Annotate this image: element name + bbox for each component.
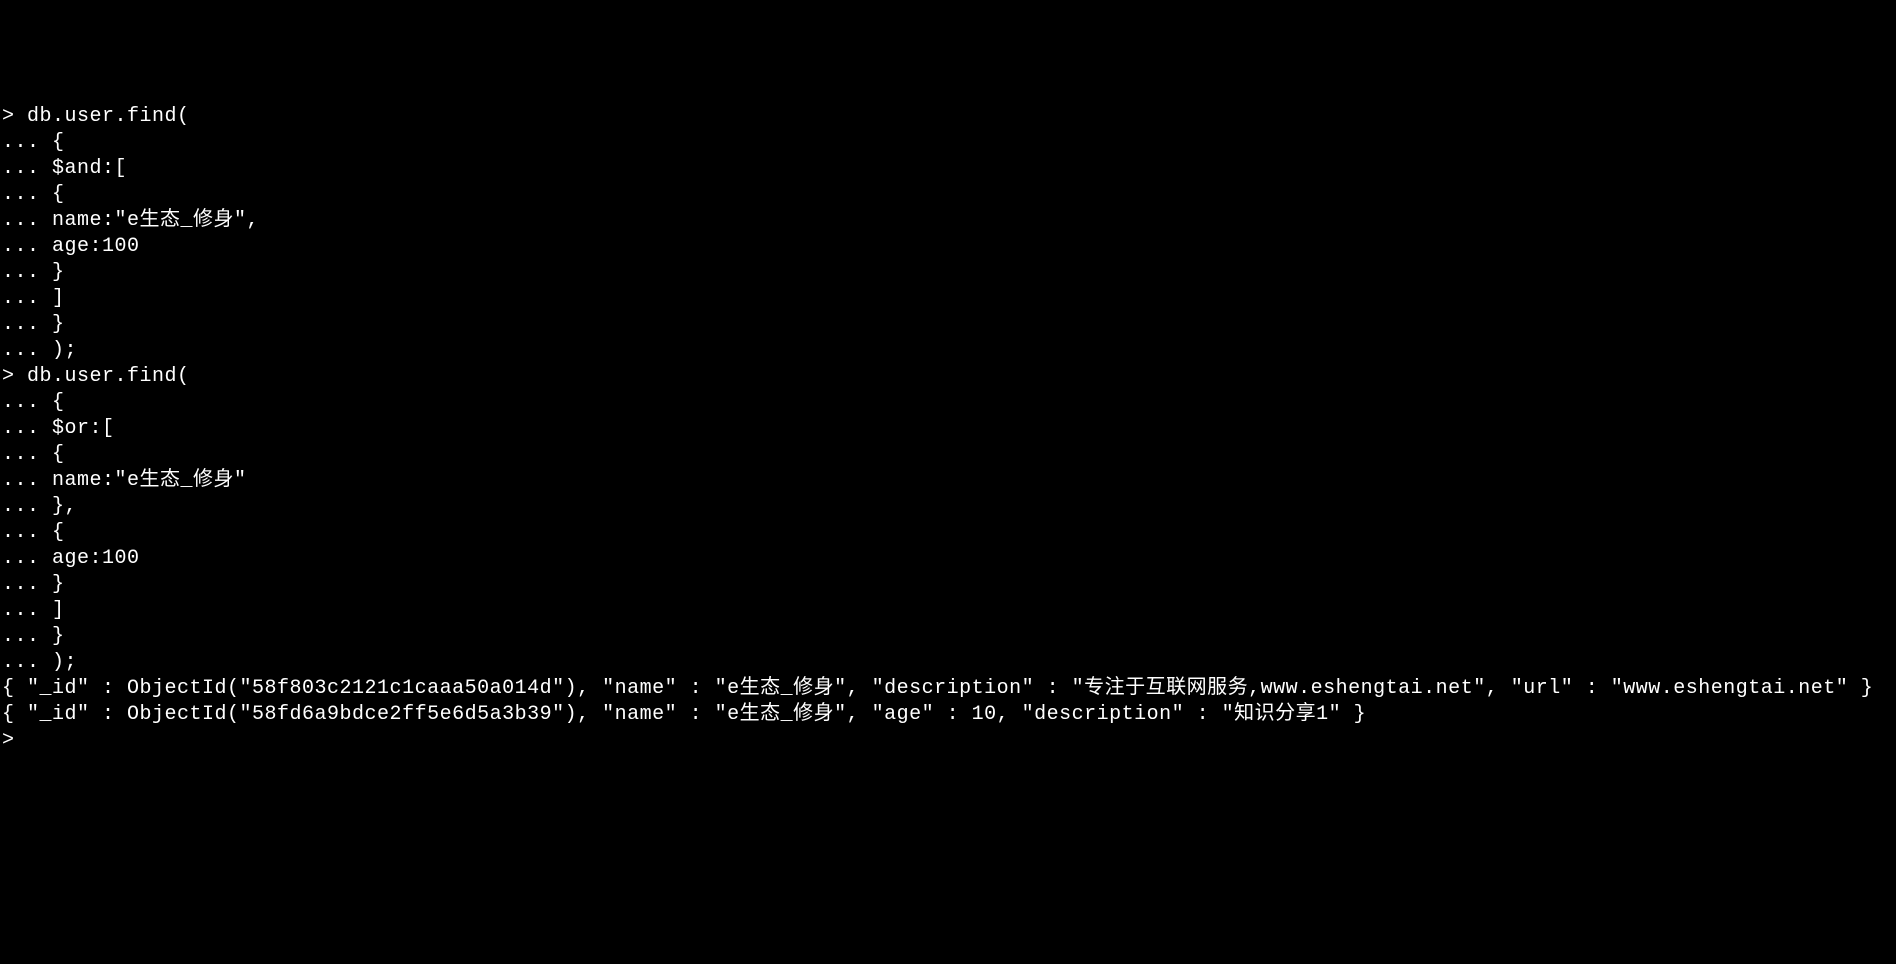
- terminal-output[interactable]: > db.user.find(... {... $and:[... {... n…: [2, 104, 1894, 834]
- terminal-line: ... }: [2, 260, 1894, 286]
- terminal-line: > db.user.find(: [2, 364, 1894, 390]
- terminal-line: { "_id" : ObjectId("58f803c2121c1caaa50a…: [2, 676, 1894, 702]
- terminal-line: ... },: [2, 494, 1894, 520]
- terminal-line: ... age:100: [2, 546, 1894, 572]
- terminal-line: ... ]: [2, 598, 1894, 624]
- terminal-line: ... );: [2, 650, 1894, 676]
- terminal-line: ... }: [2, 624, 1894, 650]
- terminal-line: ... {: [2, 442, 1894, 468]
- terminal-line: ... name:"e生态_修身",: [2, 208, 1894, 234]
- terminal-line: ... {: [2, 130, 1894, 156]
- terminal-line: ... );: [2, 338, 1894, 364]
- terminal-line: { "_id" : ObjectId("58fd6a9bdce2ff5e6d5a…: [2, 702, 1894, 728]
- terminal-line: ... }: [2, 312, 1894, 338]
- terminal-line: ... }: [2, 572, 1894, 598]
- terminal-line: ... age:100: [2, 234, 1894, 260]
- terminal-line: ... ]: [2, 286, 1894, 312]
- terminal-line: ... name:"e生态_修身": [2, 468, 1894, 494]
- terminal-line: ... $and:[: [2, 156, 1894, 182]
- terminal-line: ... {: [2, 520, 1894, 546]
- terminal-line: ... {: [2, 182, 1894, 208]
- terminal-line: ... {: [2, 390, 1894, 416]
- terminal-line: >: [2, 728, 1894, 754]
- terminal-line: > db.user.find(: [2, 104, 1894, 130]
- terminal-line: ... $or:[: [2, 416, 1894, 442]
